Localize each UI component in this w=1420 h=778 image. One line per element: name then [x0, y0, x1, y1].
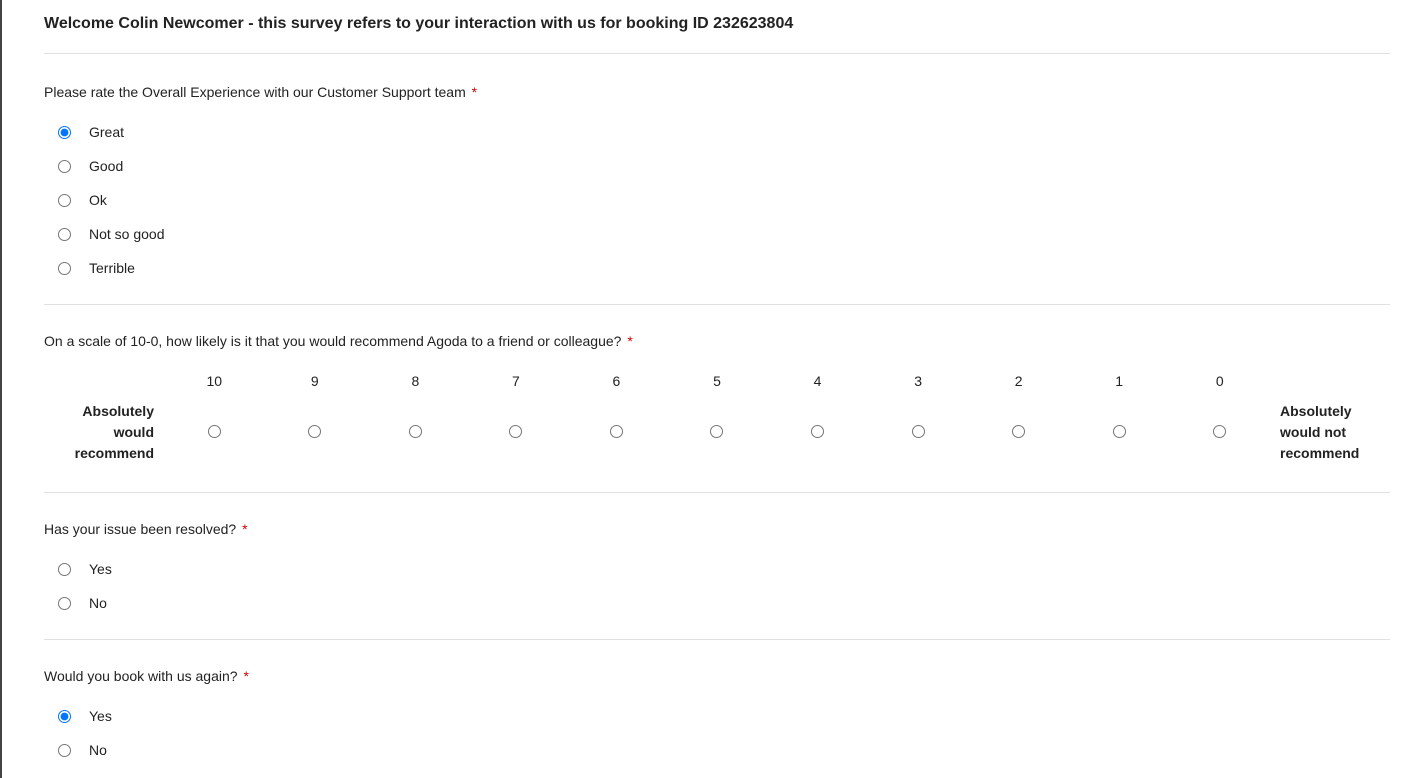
scale-column-header: 7 — [466, 373, 567, 401]
scale-column-header: 0 — [1169, 373, 1270, 401]
scale-radio-1[interactable] — [1113, 425, 1126, 438]
question-block-book-again: Would you book with us again? * Yes No — [44, 668, 1390, 758]
scale-anchor-left: Absolutely would recommend — [44, 401, 164, 464]
radio-input-ok[interactable] — [58, 194, 71, 207]
page-title: Welcome Colin Newcomer - this survey ref… — [44, 15, 1390, 54]
radio-input-yes[interactable] — [58, 563, 71, 576]
scale-column-header: 8 — [365, 373, 466, 401]
required-marker: * — [472, 84, 477, 100]
radio-option: Great — [58, 124, 1390, 140]
scale-radio-5[interactable] — [710, 425, 723, 438]
radio-input-no[interactable] — [58, 597, 71, 610]
radio-input-no[interactable] — [58, 744, 71, 757]
radio-label[interactable]: No — [89, 595, 107, 611]
required-marker: * — [243, 668, 248, 684]
radio-option: Good — [58, 158, 1390, 174]
radio-option: Terrible — [58, 260, 1390, 276]
question-label: Would you book with us again? — [44, 668, 238, 684]
question-label: Has your issue been resolved? — [44, 521, 236, 537]
scale-grid: 10 9 8 7 6 5 4 3 2 1 0 Absolutely would … — [44, 373, 1390, 464]
radio-list: Yes No — [44, 561, 1390, 611]
question-text: Please rate the Overall Experience with … — [44, 84, 1390, 100]
radio-input-terrible[interactable] — [58, 262, 71, 275]
radio-option: Ok — [58, 192, 1390, 208]
radio-label[interactable]: Not so good — [89, 226, 165, 242]
scale-radio-4[interactable] — [811, 425, 824, 438]
radio-option: Not so good — [58, 226, 1390, 242]
question-text: Has your issue been resolved? * — [44, 521, 1390, 537]
radio-input-great[interactable] — [58, 126, 71, 139]
scale-radio-10[interactable] — [208, 425, 221, 438]
radio-label[interactable]: Great — [89, 124, 124, 140]
radio-label[interactable]: Yes — [89, 708, 112, 724]
radio-label[interactable]: No — [89, 742, 107, 758]
required-marker: * — [627, 333, 632, 349]
radio-label[interactable]: Good — [89, 158, 123, 174]
radio-input-not-so-good[interactable] — [58, 228, 71, 241]
radio-label[interactable]: Yes — [89, 561, 112, 577]
scale-radio-9[interactable] — [308, 425, 321, 438]
scale-column-header: 9 — [265, 373, 366, 401]
radio-input-yes[interactable] — [58, 710, 71, 723]
question-label: On a scale of 10-0, how likely is it tha… — [44, 333, 621, 349]
scale-radio-8[interactable] — [409, 425, 422, 438]
scale-anchor-right: Absolutely would not recommend — [1270, 401, 1390, 464]
question-block-recommend-scale: On a scale of 10-0, how likely is it tha… — [44, 333, 1390, 493]
scale-column-header: 4 — [767, 373, 868, 401]
radio-list: Great Good Ok Not so good Terrible — [44, 124, 1390, 276]
question-block-issue-resolved: Has your issue been resolved? * Yes No — [44, 521, 1390, 640]
scale-radio-2[interactable] — [1012, 425, 1025, 438]
scale-column-header: 3 — [868, 373, 969, 401]
radio-label[interactable]: Ok — [89, 192, 107, 208]
radio-list: Yes No — [44, 708, 1390, 758]
scale-radio-3[interactable] — [912, 425, 925, 438]
radio-input-good[interactable] — [58, 160, 71, 173]
scale-column-header: 2 — [968, 373, 1069, 401]
radio-option: No — [58, 742, 1390, 758]
scale-radio-6[interactable] — [610, 425, 623, 438]
question-block-overall-experience: Please rate the Overall Experience with … — [44, 84, 1390, 305]
scale-radio-0[interactable] — [1213, 425, 1226, 438]
radio-option: Yes — [58, 561, 1390, 577]
scale-column-header: 6 — [566, 373, 667, 401]
question-label: Please rate the Overall Experience with … — [44, 84, 466, 100]
scale-column-header: 10 — [164, 373, 265, 401]
scale-radio-7[interactable] — [509, 425, 522, 438]
scale-column-header: 5 — [667, 373, 768, 401]
required-marker: * — [242, 521, 247, 537]
scale-column-header: 1 — [1069, 373, 1170, 401]
question-text: On a scale of 10-0, how likely is it tha… — [44, 333, 1390, 349]
radio-option: No — [58, 595, 1390, 611]
radio-label[interactable]: Terrible — [89, 260, 135, 276]
survey-page: Welcome Colin Newcomer - this survey ref… — [0, 0, 1420, 778]
radio-option: Yes — [58, 708, 1390, 724]
question-text: Would you book with us again? * — [44, 668, 1390, 684]
